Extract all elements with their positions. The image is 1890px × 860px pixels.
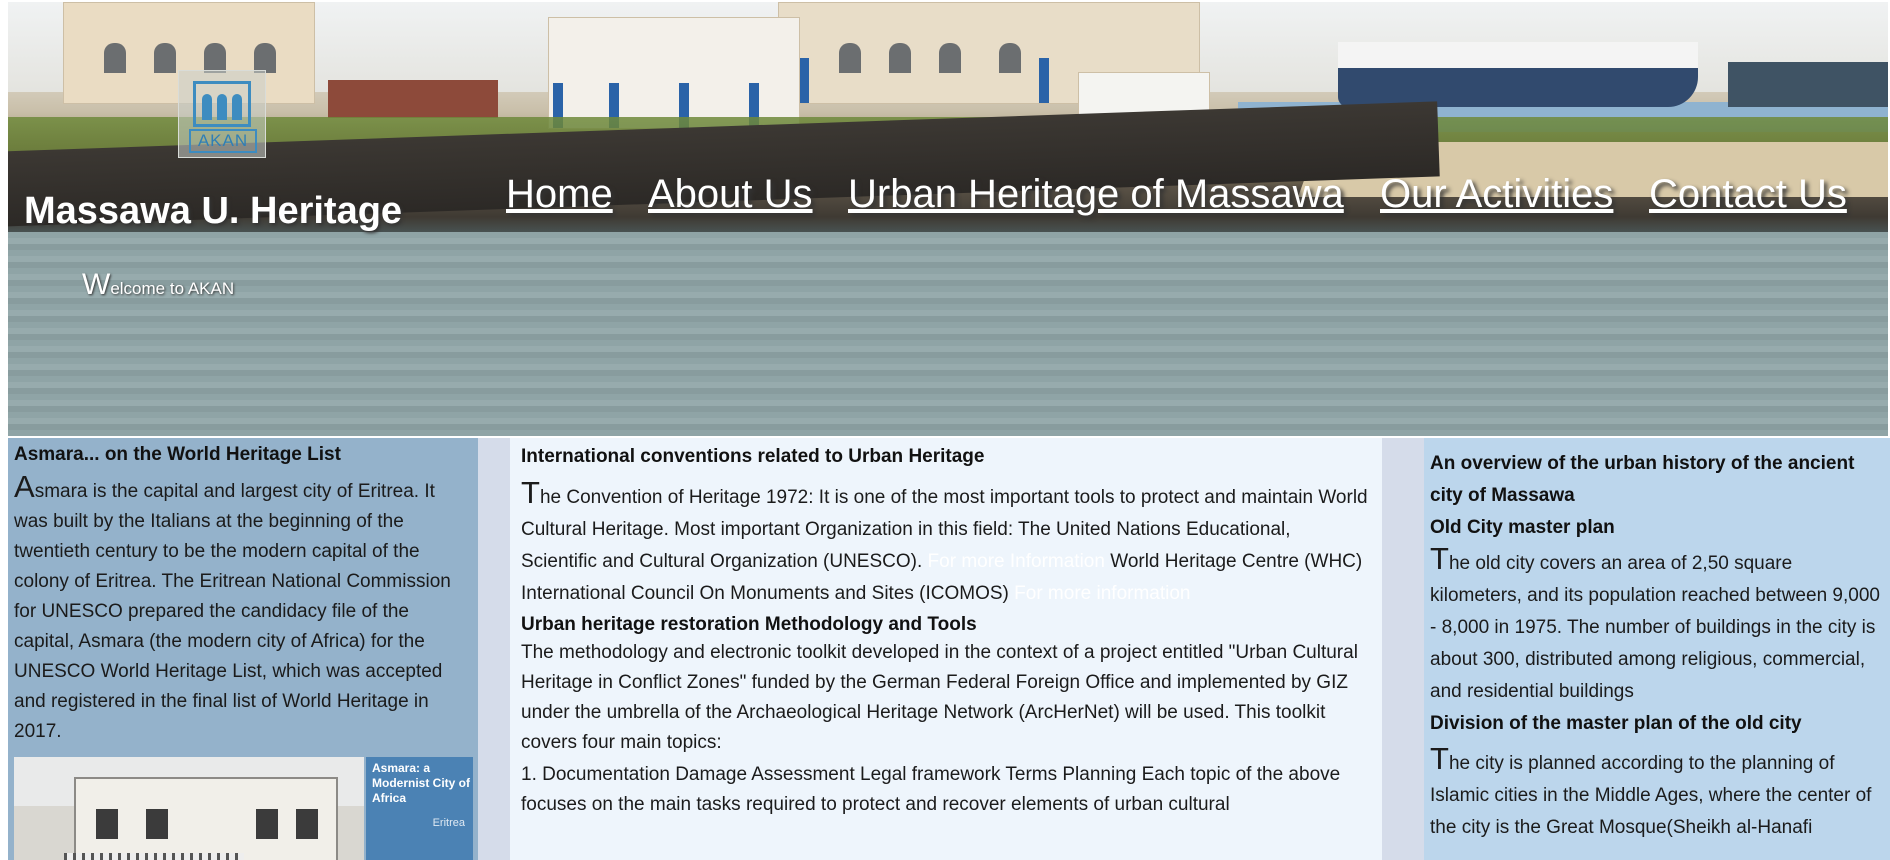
right-column: An overview of the urban history of the …: [1424, 438, 1890, 860]
book-title: Asmara: a Modernist City of Africa: [372, 761, 470, 805]
nav-home[interactable]: Home: [506, 172, 613, 217]
akan-logo[interactable]: AKAN: [178, 70, 266, 158]
welcome-text: Welcome to AKAN: [82, 268, 235, 301]
left-paragraph: Asmara is the capital and largest city o…: [14, 469, 451, 742]
middle-heading-methodology: Urban heritage restoration Methodology a…: [521, 614, 977, 635]
hero-building: [548, 17, 800, 129]
middle-column: International conventions related to Urb…: [510, 438, 1382, 860]
conventions-paragraph: The Convention of Heritage 1972: It is o…: [521, 475, 1368, 604]
logo-text: AKAN: [189, 129, 257, 153]
nav-urban-heritage[interactable]: Urban Heritage of Massawa: [848, 172, 1344, 217]
right-heading-overview: An overview of the urban history of the …: [1430, 453, 1855, 506]
book-cover-image[interactable]: Asmara: a Modernist City of Africa Eritr…: [366, 757, 473, 860]
master-plan-paragraph: The old city covers an area of 2,50 squa…: [1430, 541, 1880, 702]
column-gap: [1382, 438, 1424, 860]
nav-about-us[interactable]: About Us: [648, 172, 813, 217]
right-heading-master-plan: Old City master plan: [1430, 517, 1615, 538]
site-title: Massawa U. Heritage: [24, 190, 403, 232]
nav-contact-us[interactable]: Contact Us: [1649, 172, 1847, 217]
division-paragraph: The city is planned according to the pla…: [1430, 741, 1872, 838]
more-info-link-icomos[interactable]: For more information: [1014, 583, 1190, 604]
book-subtitle: Eritrea: [432, 817, 465, 829]
arch-icon: [193, 81, 251, 127]
topics-paragraph: 1. Documentation Damage Assessment Legal…: [521, 764, 1341, 815]
hero-ship: [1728, 62, 1888, 107]
more-info-link-unesco[interactable]: For more Information: [928, 551, 1105, 572]
left-heading: Asmara... on the World Heritage List: [14, 444, 341, 465]
left-column: Asmara... on the World Heritage List Asm…: [8, 438, 478, 860]
asmara-photo[interactable]: [14, 757, 364, 860]
methodology-paragraph: The methodology and electronic toolkit d…: [521, 642, 1358, 753]
left-images: Asmara: a Modernist City of Africa Eritr…: [14, 757, 473, 860]
hero-water: [8, 232, 1888, 436]
hero-container: [328, 80, 498, 118]
nav-our-activities[interactable]: Our Activities: [1380, 172, 1613, 217]
middle-heading-conventions: International conventions related to Urb…: [521, 446, 985, 467]
hero-ship: [1338, 42, 1698, 107]
column-gap: [478, 438, 510, 860]
right-heading-division: Division of the master plan of the old c…: [1430, 713, 1802, 734]
